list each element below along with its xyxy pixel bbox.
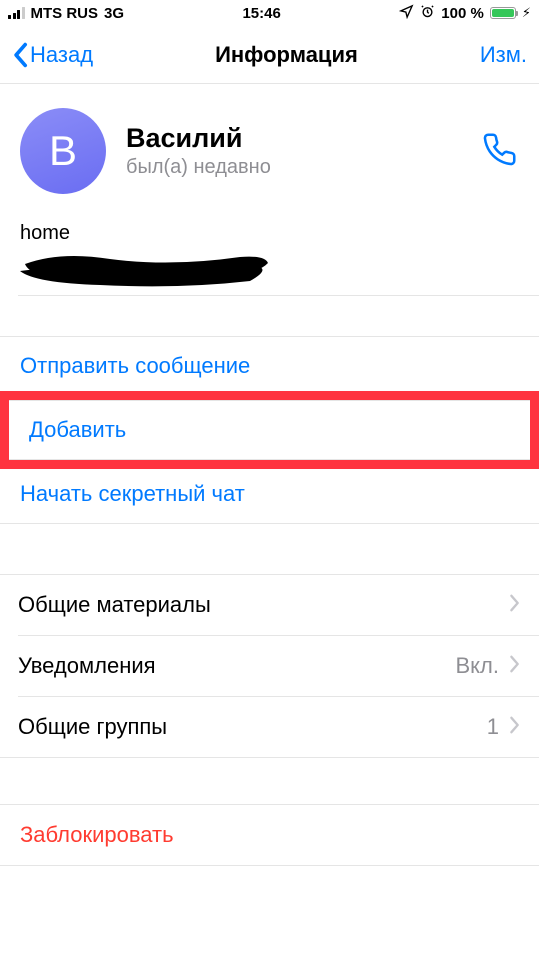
block-section: Заблокировать — [0, 804, 539, 866]
contact-text: Василий был(а) недавно — [126, 123, 271, 179]
contact-status: был(а) недавно — [126, 156, 271, 179]
notifications-row[interactable]: Уведомления Вкл. — [0, 636, 539, 696]
status-bar: MTS RUS 3G 15:46 100 % ⚡︎ — [0, 0, 539, 26]
status-time: 15:46 — [242, 5, 280, 22]
action-list: Отправить сообщение Добавить Начать секр… — [0, 336, 539, 524]
shared-media-label: Общие материалы — [18, 592, 211, 618]
phone-icon — [481, 130, 519, 168]
notifications-label: Уведомления — [18, 653, 156, 679]
back-button[interactable]: Назад — [12, 42, 93, 68]
avatar[interactable]: В — [20, 108, 106, 194]
phone-number-redacted[interactable] — [20, 249, 270, 289]
back-label: Назад — [30, 42, 93, 68]
send-message-button[interactable]: Отправить сообщение — [0, 337, 539, 395]
notifications-value: Вкл. — [456, 653, 500, 679]
carrier-label: MTS RUS — [31, 5, 99, 22]
charging-icon: ⚡︎ — [522, 5, 531, 21]
battery-icon — [490, 7, 516, 19]
signal-icon — [8, 7, 25, 19]
phone-section: home — [0, 204, 539, 295]
secret-chat-button[interactable]: Начать секретный чат — [0, 465, 539, 523]
edit-button[interactable]: Изм. — [480, 42, 527, 68]
common-groups-value: 1 — [487, 714, 499, 740]
status-right: 100 % ⚡︎ — [399, 4, 531, 23]
call-button[interactable] — [481, 130, 519, 173]
block-button[interactable]: Заблокировать — [0, 805, 539, 865]
chevron-right-icon — [509, 714, 521, 740]
chevron-right-icon — [509, 653, 521, 679]
contact-name: Василий — [126, 123, 271, 154]
page-title: Информация — [215, 42, 358, 68]
alarm-icon — [420, 4, 435, 23]
shared-media-row[interactable]: Общие материалы — [0, 575, 539, 635]
battery-text: 100 % — [441, 5, 484, 22]
add-button[interactable]: Добавить — [9, 401, 530, 459]
contact-header: В Василий был(а) недавно — [0, 84, 539, 204]
phone-label: home — [20, 222, 519, 245]
chevron-right-icon — [509, 592, 521, 618]
nav-bar: Назад Информация Изм. — [0, 26, 539, 84]
location-icon — [399, 4, 414, 23]
network-label: 3G — [104, 5, 124, 22]
common-groups-label: Общие группы — [18, 714, 167, 740]
common-groups-row[interactable]: Общие группы 1 — [0, 697, 539, 757]
status-left: MTS RUS 3G — [8, 5, 124, 22]
settings-list: Общие материалы Уведомления Вкл. Общие г… — [0, 574, 539, 758]
highlight-annotation: Добавить — [0, 391, 539, 469]
chevron-left-icon — [12, 42, 28, 68]
